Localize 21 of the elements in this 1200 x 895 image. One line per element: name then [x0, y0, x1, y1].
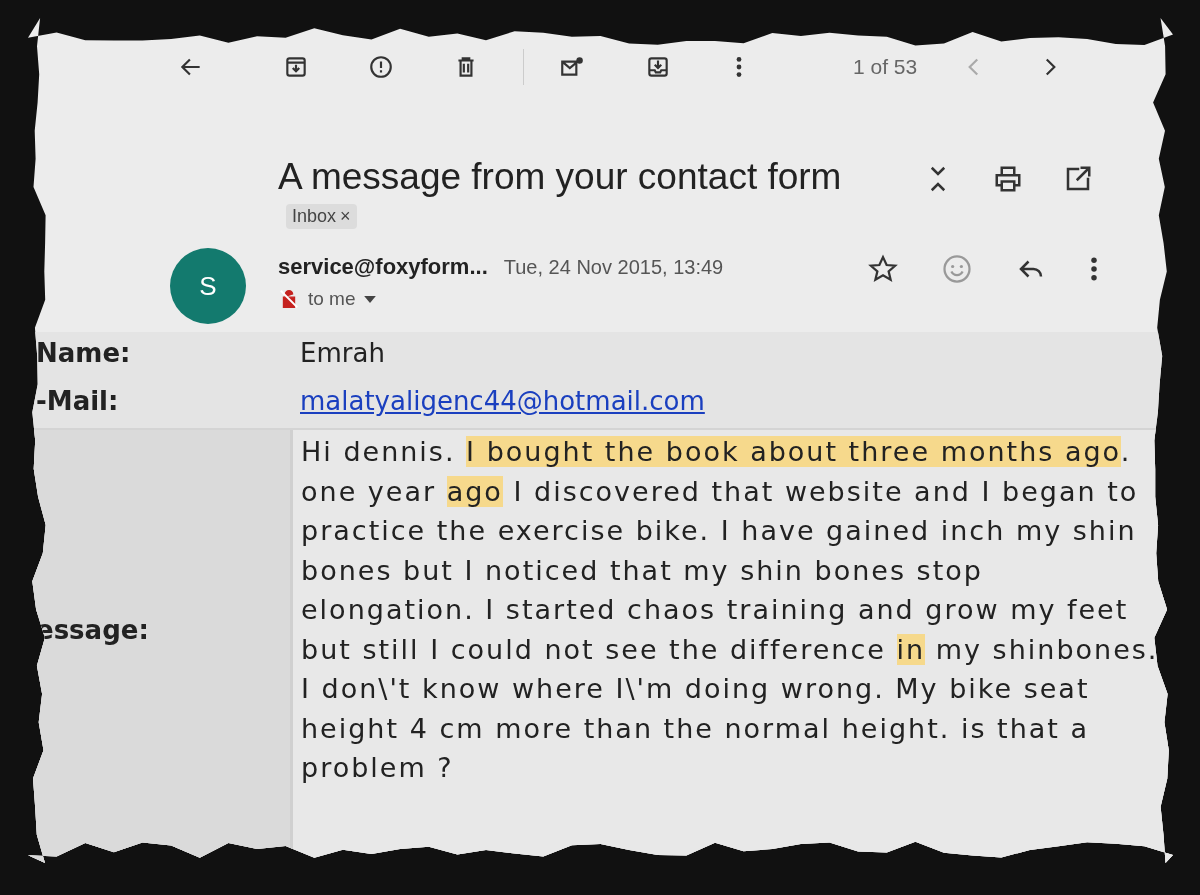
inbox-label: Inbox × [286, 204, 357, 229]
remove-label-button[interactable]: × [340, 206, 351, 227]
field-label: -Mail: [36, 386, 119, 416]
email-date: Tue, 24 Nov 2015, 13:49 [503, 256, 724, 279]
move-to-icon[interactable] [645, 54, 671, 80]
message-text: Hi dennis. I bought the book about three months ago. one year ago I discovered that website and I began to practice the exercise bike. I have gained inch my shin bones but I noticed that my shin bones stop elongation. I started chaos training and grow my feet but still I could not see the difference in my shinbones. I don\'t know where I\'m doing wrong. My bike seat height 4 cm more than the normal height. is that a problem ? [301, 435, 1160, 785]
more-options-icon[interactable] [735, 54, 743, 80]
report-spam-icon[interactable] [368, 54, 394, 80]
archive-icon[interactable] [283, 54, 309, 80]
recipient-dropdown[interactable]: to me [308, 288, 376, 310]
email-link[interactable]: malatyaligenc44@hotmail.com [300, 386, 705, 416]
not-encrypted-icon [278, 288, 300, 310]
caret-icon [363, 295, 376, 303]
sender-avatar: S [170, 248, 246, 324]
star-icon[interactable] [868, 254, 898, 284]
message-count: 1 of 53 [853, 55, 918, 79]
email-subject: A message from your contact form [278, 156, 842, 197]
field-label: Name: [36, 338, 131, 368]
print-icon[interactable] [993, 164, 1023, 194]
sender-address: service@foxyform... [278, 254, 488, 280]
field-value: Emrah [300, 338, 385, 368]
